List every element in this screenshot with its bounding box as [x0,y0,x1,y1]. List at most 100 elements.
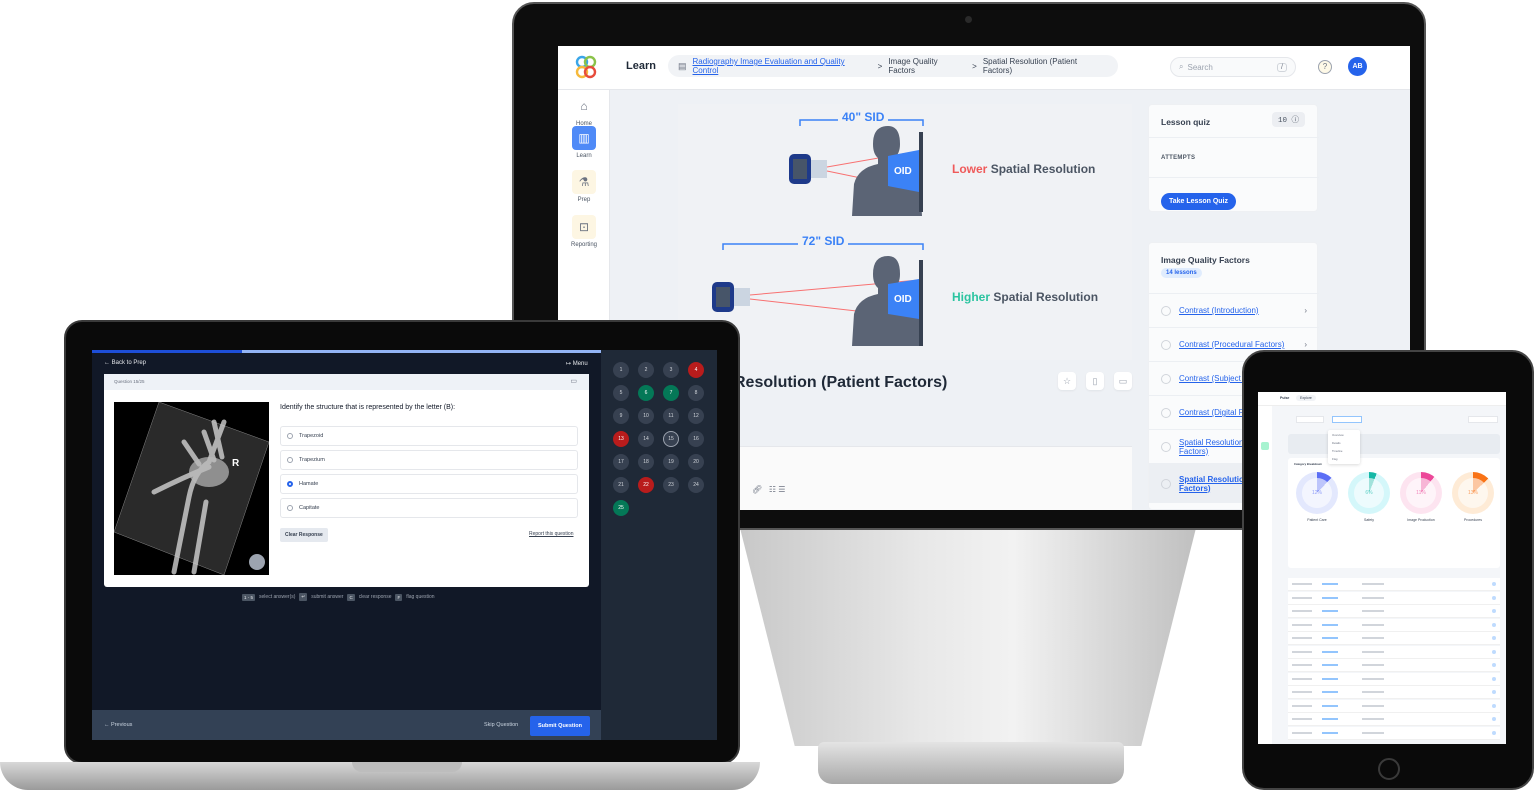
table-row[interactable] [1288,713,1500,726]
question-nav-item[interactable]: 25 [613,500,629,516]
question-nav-item[interactable]: 4 [688,362,704,378]
question-nav-item[interactable]: 13 [613,431,629,447]
shortcut-key: F [395,593,403,601]
skip-question-button[interactable]: Skip Question [484,722,518,728]
app-logo-icon [575,55,597,79]
question-nav-item[interactable]: 15 [663,431,679,447]
bullet-list-icon[interactable]: ☷ [769,485,776,494]
question-nav-item[interactable]: 7 [663,385,679,401]
keyboard-shortcuts: 1 - 5 select answer(s) ↵ submit answer Ccl… [242,593,435,601]
answer-option[interactable]: Capitate [280,498,578,518]
question-nav-item[interactable]: 1 [613,362,629,378]
report-subject-select[interactable] [1296,416,1324,423]
lesson-item[interactable]: Contrast (Introduction) › [1149,293,1319,327]
comment-icon[interactable]: ▭ [1114,372,1132,390]
question-nav-item[interactable]: 9 [613,408,629,424]
answer-option[interactable]: Trapezoid [280,426,578,446]
report-type-select[interactable] [1332,416,1362,423]
sidebar-item-reporting[interactable]: ⊡ Reporting [566,215,602,248]
sidebar-item-prep[interactable]: ⚗ Prep [566,170,602,203]
question-nav-item[interactable]: 19 [663,454,679,470]
search-shortcut-key: / [1277,62,1287,72]
star-icon[interactable]: ☆ [1058,372,1076,390]
sidebar-item-label: Learn [576,153,592,159]
question-nav-item[interactable]: 10 [638,408,654,424]
question-nav-item[interactable]: 17 [613,454,629,470]
donut-label: Image Production [1407,518,1435,522]
question-nav-item[interactable]: 18 [638,454,654,470]
question-circle-icon[interactable]: ? [1318,60,1332,74]
table-row[interactable] [1288,591,1500,605]
folder-icon[interactable]: ▭ [570,377,577,385]
dropdown-item[interactable]: Details [1332,441,1341,445]
submit-question-button[interactable]: Submit Question [530,716,590,736]
table-row[interactable] [1288,618,1500,632]
ipad-home-button [1378,758,1400,780]
question-nav-item[interactable]: 12 [688,408,704,424]
table-row[interactable] [1288,686,1500,699]
clear-response-button[interactable]: Clear Response [280,528,328,542]
table-row[interactable] [1288,672,1500,686]
question-nav-item[interactable]: 2 [638,362,654,378]
search-icon: ⌕ [1179,62,1184,71]
question-header: Question 15/25 ▭ [104,374,589,390]
table-row[interactable] [1288,578,1500,591]
lesson-quiz-card: Lesson quiz 10 ⓘ ATTEMPTS Take Lesson Qu… [1148,104,1319,212]
sidebar-item-label: Prep [577,197,591,203]
sidebar-item-home[interactable]: ⌂ Home [566,94,602,127]
question-nav-item[interactable]: 14 [638,431,654,447]
option-label: Capitate [299,505,320,511]
question-nav-item[interactable]: 23 [663,477,679,493]
question-navigator: 1 2 3 4 5 6 7 8 9 10 11 12 13 14 15 16 17 18 19 20 21 22 23 24 2… [601,350,717,740]
radio-button[interactable] [287,457,293,463]
report-type-dropdown: Overview Details Timeline Flag [1328,430,1360,464]
table-row[interactable] [1288,605,1500,618]
question-nav-item[interactable]: 16 [688,431,704,447]
take-lesson-quiz-button[interactable]: Take Lesson Quiz [1161,193,1236,210]
lesson-link[interactable]: Contrast (Introduction) [1179,306,1259,315]
donut-value: 6% [1354,478,1384,508]
dropdown-item[interactable]: Timeline [1332,449,1342,453]
table-row[interactable] [1288,699,1500,713]
question-nav-item[interactable]: 20 [688,454,704,470]
pulse-nav-icon[interactable] [1261,442,1269,450]
table-row[interactable] [1288,632,1500,645]
report-period-select[interactable] [1468,416,1498,423]
menu-button[interactable]: ↦ Menu [566,360,588,367]
table-row[interactable] [1288,659,1500,672]
progress-circle-icon [1161,478,1171,489]
radio-button[interactable] [287,505,293,511]
table-row[interactable] [1288,726,1500,740]
back-to-prep-link[interactable]: ← Back to Prep [104,360,146,366]
notes-editor[interactable]: 🔗︎ ☷ ☰ [734,446,1132,510]
search-input[interactable]: ⌕ Search / [1170,57,1296,77]
question-nav-item[interactable]: 8 [688,385,704,401]
numbered-list-icon[interactable]: ☰ [778,485,785,494]
bookmark-icon[interactable]: ▯ [1086,372,1104,390]
answer-option-selected[interactable]: Hamate [280,474,578,494]
dropdown-item[interactable]: Flag [1332,457,1337,461]
sidebar-item-learn[interactable]: ▥ Learn [566,126,602,159]
question-nav-item[interactable]: 3 [663,362,679,378]
sid-label-40: 40" SID [838,110,889,124]
radio-button-checked[interactable] [287,481,293,487]
progress-circle-icon [1161,407,1171,418]
question-nav-item[interactable]: 6 [638,385,654,401]
question-nav-item[interactable]: 11 [663,408,679,424]
question-nav-item[interactable]: 22 [638,477,654,493]
explore-tab[interactable]: Explore [1296,395,1316,401]
question-nav-item[interactable]: 24 [688,477,704,493]
link-icon[interactable]: 🔗︎ [752,485,762,494]
radio-button[interactable] [287,433,293,439]
table-row[interactable] [1288,645,1500,659]
previous-button[interactable]: ← Previous [104,722,132,728]
question-nav-item[interactable]: 21 [613,477,629,493]
avatar[interactable]: AB [1348,57,1367,76]
breadcrumb-module[interactable]: Image Quality Factors [888,57,966,75]
report-question-link[interactable]: Report this question [529,531,573,537]
dropdown-item[interactable]: Overview [1332,433,1344,437]
question-nav-item[interactable]: 5 [613,385,629,401]
answer-option[interactable]: Trapezium [280,450,578,470]
lesson-link[interactable]: Contrast (Procedural Factors) [1179,340,1284,349]
breadcrumb-course-link[interactable]: Radiography Image Evaluation and Quality… [693,57,872,75]
